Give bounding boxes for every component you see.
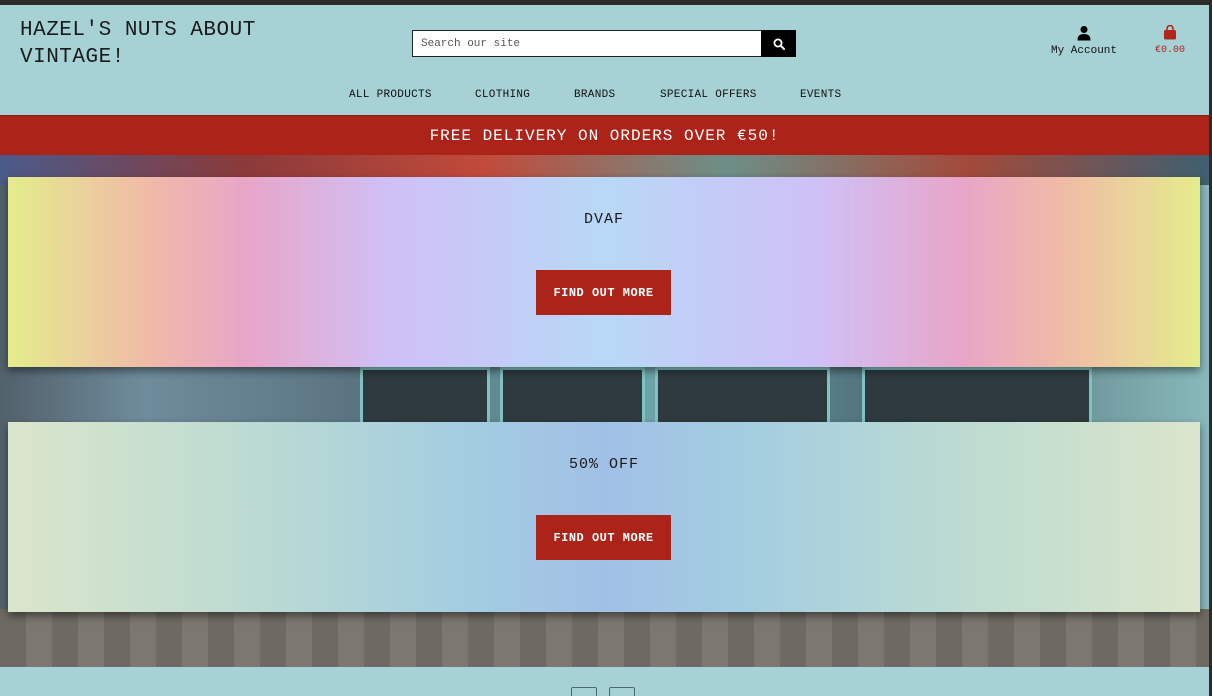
nav-item-clothing[interactable]: CLOTHING <box>475 89 530 101</box>
free-delivery-banner: FREE DELIVERY ON ORDERS OVER €50! <box>0 115 1209 155</box>
nav-item-brands[interactable]: BRANDS <box>574 89 615 101</box>
hero-pavement <box>0 609 1209 667</box>
footer-social-icon[interactable] <box>609 687 635 696</box>
hero-shop-window <box>655 367 830 425</box>
bag-total: €0.00 <box>1154 45 1185 56</box>
user-icon <box>1077 26 1091 41</box>
shopping-bag-icon <box>1164 25 1176 40</box>
find-out-more-button[interactable]: FIND OUT MORE <box>536 515 671 560</box>
hero-shop-window <box>360 367 490 425</box>
search-icon <box>773 38 785 50</box>
hero-shop-window <box>500 367 645 425</box>
footer-social-icon[interactable] <box>571 687 597 696</box>
promo-title: DVAF <box>583 211 624 228</box>
my-account-label: My Account <box>1050 45 1117 57</box>
my-account-link[interactable]: My Account <box>1046 25 1122 57</box>
page: HAZEL'S NUTS ABOUT VINTAGE! My Account <box>0 5 1209 696</box>
search-button[interactable] <box>761 30 796 57</box>
promo-card-50-off: 50% OFF FIND OUT MORE <box>8 422 1200 612</box>
site-header: HAZEL'S NUTS ABOUT VINTAGE! My Account <box>0 5 1209 115</box>
site-footer <box>0 667 1209 696</box>
promo-title: 50% OFF <box>568 456 639 473</box>
promo-card-dvaf: DVAF FIND OUT MORE <box>8 177 1200 367</box>
nav-item-all-products[interactable]: ALL PRODUCTS <box>349 89 432 101</box>
site-logo[interactable]: HAZEL'S NUTS ABOUT VINTAGE! <box>20 17 320 71</box>
nav-item-events[interactable]: EVENTS <box>800 89 841 101</box>
main-nav: ALL PRODUCTS CLOTHING BRANDS SPECIAL OFF… <box>0 89 1209 109</box>
hero-shop-window <box>862 367 1092 425</box>
find-out-more-button[interactable]: FIND OUT MORE <box>536 270 671 315</box>
search-form <box>412 30 796 57</box>
nav-item-special-offers[interactable]: SPECIAL OFFERS <box>660 89 757 101</box>
search-input[interactable] <box>412 30 761 57</box>
shopping-bag-link[interactable]: €0.00 <box>1148 25 1192 56</box>
